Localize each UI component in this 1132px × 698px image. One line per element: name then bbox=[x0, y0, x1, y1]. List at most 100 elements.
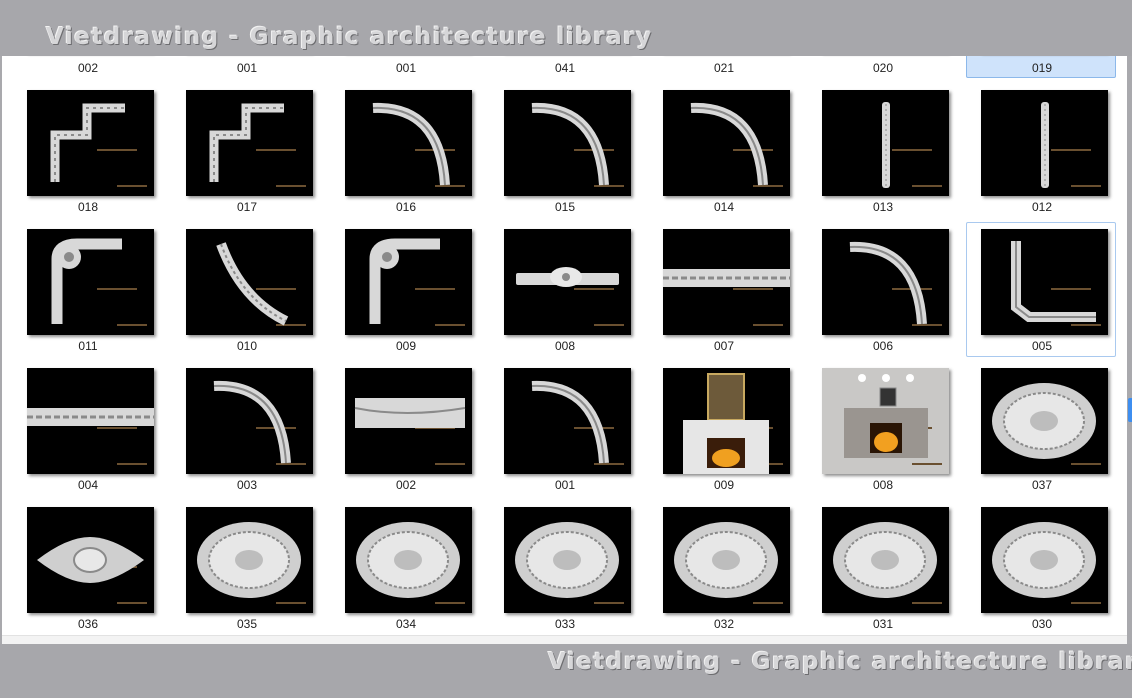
ceiling-medallion-icon bbox=[186, 507, 313, 613]
curved-molding-corner-icon bbox=[504, 368, 631, 474]
zigzag-molding-corner-icon bbox=[27, 90, 154, 196]
ornate-molding-corner-icon bbox=[27, 229, 154, 335]
thumbnail-label: 031 bbox=[872, 617, 894, 631]
thumbnail-label: 002 bbox=[395, 478, 417, 492]
thumbnail-row: 011 010 009 008 007 006 005 bbox=[2, 222, 1127, 357]
thumbnail-row: 002 001 001 041 021 020 019 bbox=[2, 56, 1127, 78]
curved-molding-corner-icon bbox=[663, 90, 790, 196]
thumbnail-browser[interactable]: 002 001 001 041 021 020 019 018 017 016 015 014 013 0… bbox=[2, 56, 1127, 644]
thumbnail-item[interactable]: 016 bbox=[330, 83, 480, 218]
thumbnail-label: 041 bbox=[554, 61, 576, 75]
ceiling-medallion-icon bbox=[663, 507, 790, 613]
thumbnail-label: 005 bbox=[1031, 339, 1053, 353]
thumbnail-item[interactable]: 008 bbox=[807, 361, 957, 496]
thumbnail-item[interactable]: 020 bbox=[807, 56, 957, 78]
thumbnail-label: 008 bbox=[554, 339, 576, 353]
thumbnail-label: 008 bbox=[872, 478, 894, 492]
bottom-watermark-text: Vietdrawing - Graphic architecture libra… bbox=[548, 649, 1132, 675]
thumbnail-label: 002 bbox=[77, 61, 99, 75]
vertical-scrollbar-thumb[interactable] bbox=[1128, 398, 1132, 422]
ceiling-medallion-icon bbox=[981, 507, 1108, 613]
thumbnail-label: 030 bbox=[1031, 617, 1053, 631]
l-shaped-molding-icon bbox=[981, 229, 1108, 335]
thumbnail-item[interactable]: 004 bbox=[12, 361, 162, 496]
thumbnail-item[interactable]: 033 bbox=[489, 500, 639, 635]
thumbnail-item[interactable]: 001 bbox=[171, 56, 321, 78]
fireplace-with-painting-icon bbox=[663, 368, 790, 474]
thumbnail-label: 007 bbox=[713, 339, 735, 353]
thumbnail-item[interactable]: 002 bbox=[330, 361, 480, 496]
thumbnail-item[interactable]: 015 bbox=[489, 83, 639, 218]
thumbnail-item[interactable]: 021 bbox=[648, 56, 798, 78]
thumbnail-item[interactable]: 007 bbox=[648, 222, 798, 357]
thumbnail-label: 001 bbox=[236, 61, 258, 75]
thumbnail-item[interactable]: 030 bbox=[966, 500, 1116, 635]
top-watermark-banner: Vietdrawing - Graphic architecture libra… bbox=[0, 0, 1132, 56]
ceiling-medallion-icon bbox=[504, 507, 631, 613]
thumbnail-label: 012 bbox=[1031, 200, 1053, 214]
thumbnail-item[interactable]: 005 bbox=[966, 222, 1116, 357]
thumbnail-item[interactable]: 013 bbox=[807, 83, 957, 218]
thumbnail-label: 021 bbox=[713, 61, 735, 75]
horizontal-molding-strip-icon bbox=[27, 368, 154, 474]
vertical-molding-strip-icon bbox=[981, 90, 1108, 196]
thumbnail-row: 036 035 034 033 032 031 030 bbox=[2, 500, 1127, 635]
horizontal-molding-strip-icon bbox=[663, 229, 790, 335]
ceiling-medallion-icon bbox=[345, 507, 472, 613]
thumbnail-item[interactable]: 032 bbox=[648, 500, 798, 635]
curved-molding-corner-icon bbox=[345, 90, 472, 196]
floral-molding-strip-icon bbox=[504, 229, 631, 335]
thumbnail-label: 011 bbox=[78, 339, 98, 353]
thumbnail-label: 020 bbox=[872, 61, 894, 75]
thumbnail-label: 001 bbox=[395, 61, 417, 75]
ceiling-medallion-icon bbox=[822, 507, 949, 613]
thumbnail-item[interactable]: 006 bbox=[807, 222, 957, 357]
thumbnail-label: 032 bbox=[713, 617, 735, 631]
thumbnail-label: 009 bbox=[395, 339, 417, 353]
curved-molding-corner-icon bbox=[504, 90, 631, 196]
thumbnail-label: 015 bbox=[554, 200, 576, 214]
thumbnail-item[interactable]: 036 bbox=[12, 500, 162, 635]
thumbnail-label: 017 bbox=[236, 200, 258, 214]
ceiling-medallion-icon bbox=[981, 368, 1108, 474]
thumbnail-item[interactable]: 001 bbox=[489, 361, 639, 496]
curved-molding-corner-icon bbox=[822, 229, 949, 335]
thumbnail-label: 018 bbox=[77, 200, 99, 214]
thumbnail-item[interactable]: 010 bbox=[171, 222, 321, 357]
bottom-watermark-banner: Vietdrawing - Graphic architecture libra… bbox=[0, 644, 1132, 698]
thumbnail-item[interactable]: 009 bbox=[330, 222, 480, 357]
thumbnail-label: 010 bbox=[236, 339, 258, 353]
thumbnail-item[interactable]: 034 bbox=[330, 500, 480, 635]
thumbnail-item[interactable]: 017 bbox=[171, 83, 321, 218]
thumbnail-item[interactable]: 037 bbox=[966, 361, 1116, 496]
ornate-molding-corner-icon bbox=[345, 229, 472, 335]
thumbnail-label: 013 bbox=[872, 200, 894, 214]
ornamental-applique-icon bbox=[27, 507, 154, 613]
thumbnail-label: 034 bbox=[395, 617, 417, 631]
thumbnail-label: 014 bbox=[713, 200, 735, 214]
thumbnail-item[interactable]: 041 bbox=[489, 56, 639, 78]
thumbnail-item[interactable]: 031 bbox=[807, 500, 957, 635]
thumbnail-item[interactable]: 011 bbox=[12, 222, 162, 357]
thumbnail-item[interactable]: 012 bbox=[966, 83, 1116, 218]
thumbnail-item[interactable]: 001 bbox=[330, 56, 480, 78]
crown-molding-profile-icon bbox=[345, 368, 472, 474]
top-watermark-text: Vietdrawing - Graphic architecture libra… bbox=[46, 24, 653, 50]
thumbnail-label: 016 bbox=[395, 200, 417, 214]
horizontal-scrollbar[interactable] bbox=[2, 635, 1127, 644]
thumbnail-row: 004 003 002 001 009 008 037 bbox=[2, 361, 1127, 496]
thumbnail-item[interactable]: 002 bbox=[12, 56, 162, 78]
thumbnail-label: 009 bbox=[713, 478, 735, 492]
fireplace-with-lights-icon bbox=[822, 368, 949, 474]
thumbnail-item[interactable]: 008 bbox=[489, 222, 639, 357]
thumbnail-item[interactable]: 003 bbox=[171, 361, 321, 496]
thumbnail-label: 006 bbox=[872, 339, 894, 353]
thumbnail-item[interactable]: 014 bbox=[648, 83, 798, 218]
zigzag-molding-corner-icon bbox=[186, 90, 313, 196]
thumbnail-item[interactable]: 035 bbox=[171, 500, 321, 635]
thumbnail-item[interactable]: 018 bbox=[12, 83, 162, 218]
thumbnail-label: 001 bbox=[554, 478, 576, 492]
thumbnail-row: 018 017 016 015 014 013 012 bbox=[2, 83, 1127, 218]
thumbnail-item[interactable]: 019 bbox=[966, 56, 1116, 78]
thumbnail-item[interactable]: 009 bbox=[648, 361, 798, 496]
